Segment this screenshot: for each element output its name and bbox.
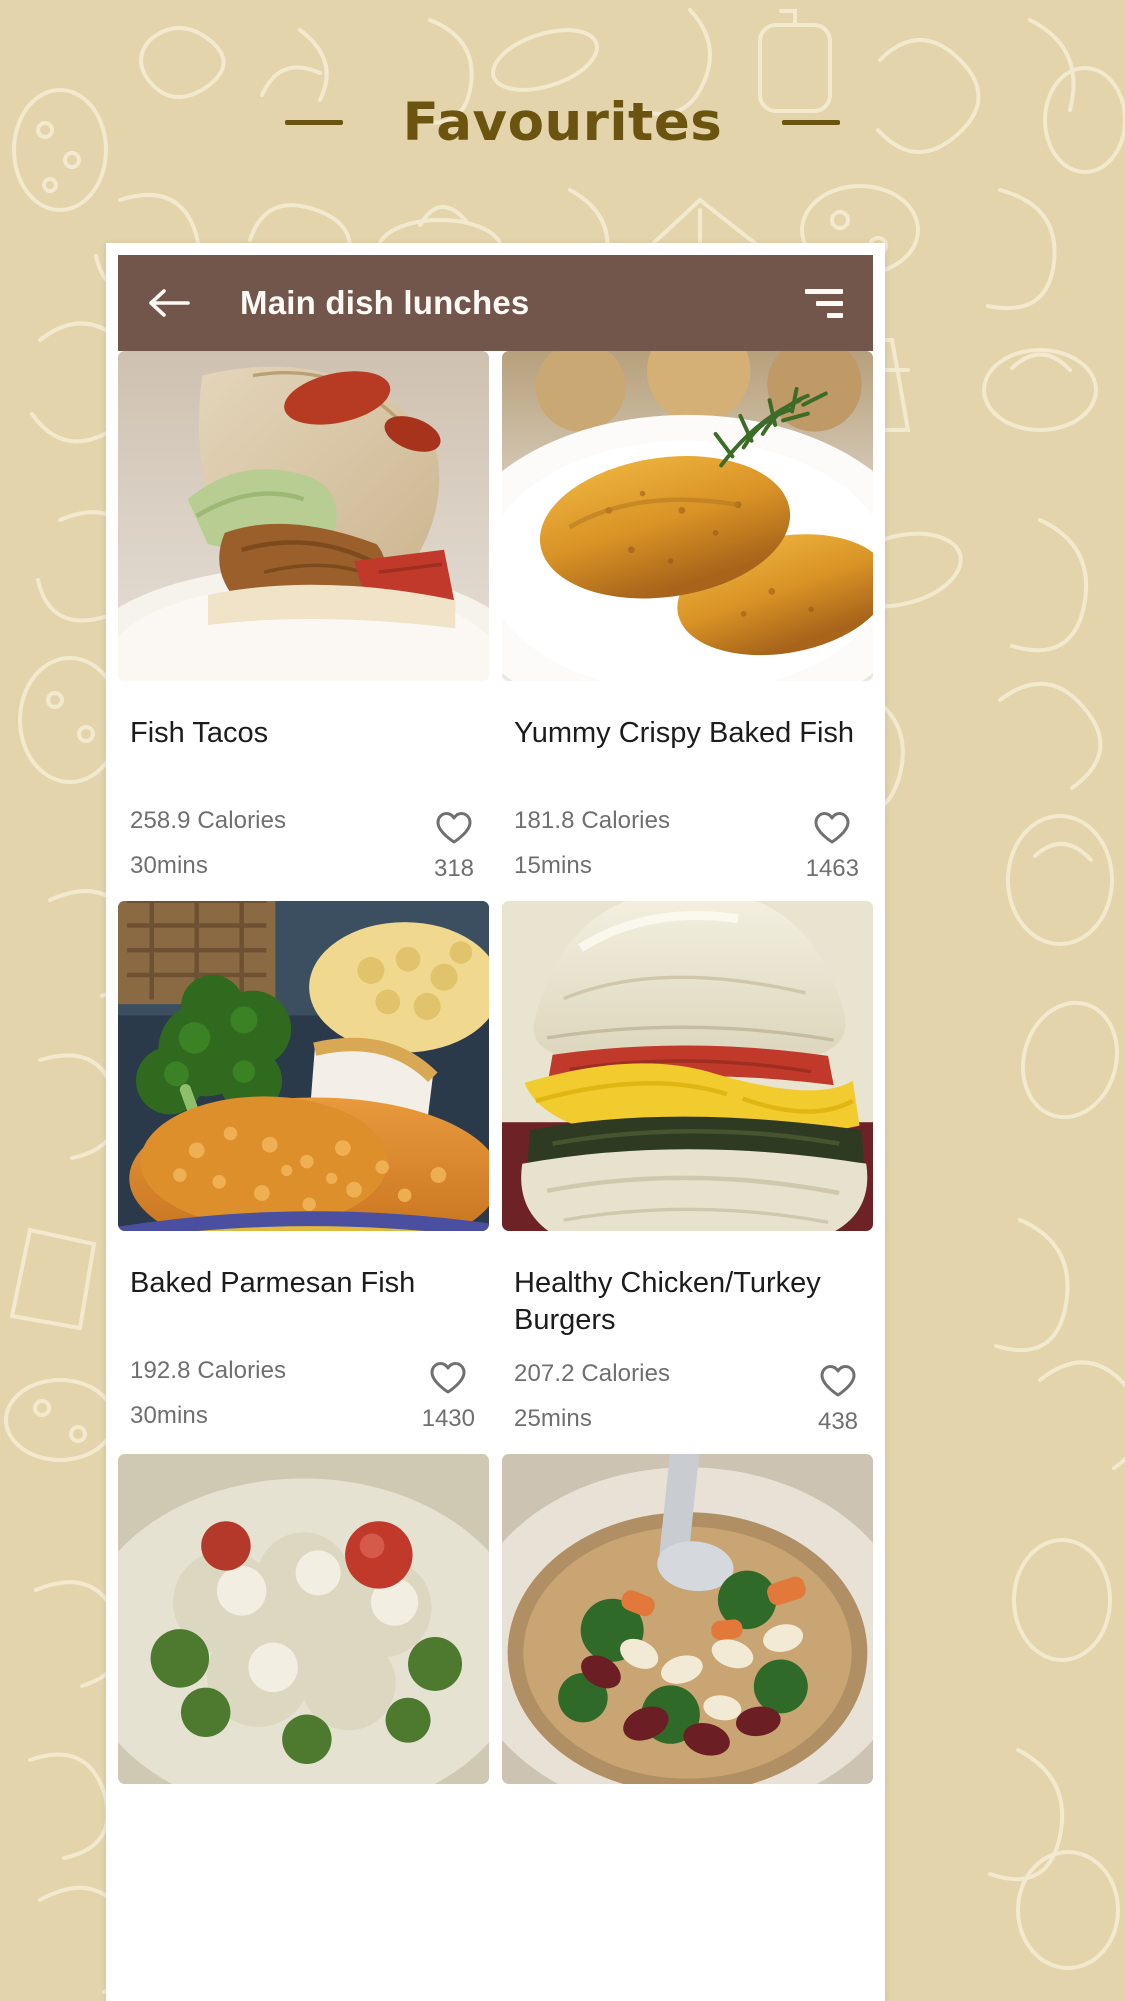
burger-image bbox=[502, 901, 873, 1231]
heart-outline-icon bbox=[820, 1365, 856, 1397]
heart-outline-icon bbox=[436, 812, 472, 844]
recipe-thumbnail[interactable] bbox=[502, 901, 873, 1231]
recipe-stats-right: 318 bbox=[433, 807, 475, 883]
recipe-time: 25mins bbox=[514, 1405, 592, 1433]
favourite-count: 318 bbox=[433, 855, 475, 882]
recipe-stats-right: 1430 bbox=[422, 1357, 475, 1433]
app-bar: Main dish lunches bbox=[118, 255, 873, 351]
recipe-stats: 207.2 Calories 25mins 438 bbox=[502, 1338, 873, 1436]
baked-parmesan-fish-image bbox=[118, 901, 489, 1231]
recipe-name: Yummy Crispy Baked Fish bbox=[514, 717, 855, 749]
recipe-time: 15mins bbox=[514, 852, 592, 879]
page-title: Favourites bbox=[402, 92, 723, 153]
recipe-thumbnail[interactable] bbox=[502, 1454, 873, 1785]
title-rule-right bbox=[782, 120, 841, 125]
recipe-calories: 181.8 Calories bbox=[514, 807, 671, 834]
chicken-salad-image bbox=[118, 1454, 489, 1785]
recipe-stats: 181.8 Calories 15mins 1463 bbox=[502, 785, 873, 883]
recipe-calories: 207.2 Calories bbox=[514, 1360, 671, 1388]
recipe-grid: Fish Tacos 258.9 Calories 30mins 318 Yum… bbox=[118, 351, 873, 1803]
recipe-thumbnail[interactable] bbox=[118, 1454, 489, 1785]
heart-outline-icon bbox=[814, 812, 850, 844]
favourite-count: 1430 bbox=[421, 1405, 475, 1432]
app-card: Main dish lunches Fish Tacos 258.9 Calor… bbox=[106, 243, 885, 2001]
bean-kale-soup-image bbox=[502, 1454, 873, 1785]
favourite-count: 438 bbox=[817, 1408, 859, 1436]
recipe-time: 30mins bbox=[130, 852, 208, 879]
sort-button[interactable] bbox=[795, 279, 843, 327]
recipe-stats: 258.9 Calories 30mins 318 bbox=[118, 785, 489, 883]
recipe-stats-left: 181.8 Calories 15mins bbox=[514, 807, 670, 880]
recipe-name: Healthy Chicken/Turkey Burgers bbox=[514, 1267, 821, 1336]
recipe-card[interactable]: Healthy Chicken/Turkey Burgers 207.2 Cal… bbox=[502, 901, 873, 1455]
recipe-time: 30mins bbox=[130, 1402, 208, 1429]
app-bar-title: Main dish lunches bbox=[240, 284, 530, 321]
recipe-card[interactable] bbox=[502, 1454, 873, 1803]
recipe-card[interactable]: Baked Parmesan Fish 192.8 Calories 30min… bbox=[118, 901, 489, 1455]
page-title-row: Favourites bbox=[0, 0, 1125, 245]
recipe-thumbnail[interactable] bbox=[118, 901, 489, 1231]
recipe-card[interactable] bbox=[118, 1454, 489, 1803]
heart-outline-icon bbox=[430, 1362, 466, 1394]
favourite-button[interactable] bbox=[433, 809, 475, 847]
crispy-baked-fish-image bbox=[502, 351, 873, 681]
favourite-count: 1463 bbox=[805, 855, 859, 882]
recipe-calories: 258.9 Calories bbox=[130, 807, 287, 834]
recipe-thumbnail[interactable] bbox=[118, 351, 489, 681]
sort-line-3 bbox=[827, 312, 843, 318]
recipe-card[interactable]: Yummy Crispy Baked Fish 181.8 Calories 1… bbox=[502, 351, 873, 901]
recipe-calories: 192.8 Calories bbox=[130, 1357, 287, 1384]
recipe-stats-right: 1463 bbox=[806, 807, 859, 883]
recipe-card[interactable]: Fish Tacos 258.9 Calories 30mins 318 bbox=[118, 351, 489, 901]
title-rule-left bbox=[284, 120, 343, 125]
arrow-left-icon bbox=[149, 289, 190, 317]
recipe-stats-left: 207.2 Calories 25mins bbox=[514, 1360, 670, 1433]
recipe-stats-left: 192.8 Calories 30mins bbox=[130, 1357, 286, 1430]
recipe-name: Baked Parmesan Fish bbox=[130, 1267, 416, 1299]
favourite-button[interactable] bbox=[811, 809, 853, 847]
fish-taco-image bbox=[118, 351, 489, 681]
recipe-stats: 192.8 Calories 30mins 1430 bbox=[118, 1335, 489, 1433]
sort-line-1 bbox=[805, 288, 843, 294]
recipe-name: Fish Tacos bbox=[130, 717, 269, 749]
recipe-thumbnail[interactable] bbox=[502, 351, 873, 681]
favourite-button[interactable] bbox=[427, 1359, 469, 1397]
recipe-stats-right: 438 bbox=[817, 1360, 859, 1436]
favourite-button[interactable] bbox=[817, 1362, 859, 1400]
sort-line-2 bbox=[816, 300, 843, 306]
recipe-stats-left: 258.9 Calories 30mins bbox=[130, 807, 286, 880]
back-button[interactable] bbox=[144, 278, 194, 328]
